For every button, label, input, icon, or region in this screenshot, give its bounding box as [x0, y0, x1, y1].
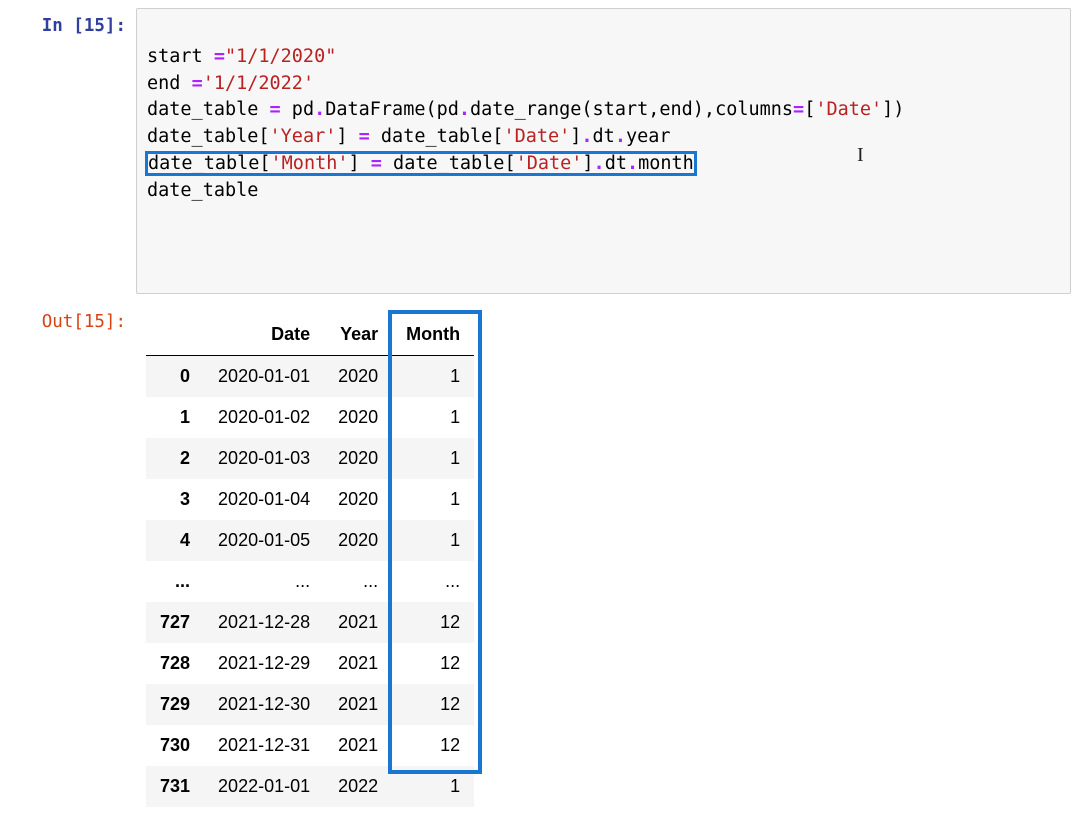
- cell-date: 2020-01-02: [204, 397, 324, 438]
- code-line-2: end ='1/1/2022': [147, 71, 1060, 98]
- col-index: [146, 314, 204, 356]
- cell-year: 2020: [324, 438, 392, 479]
- cell-date: 2020-01-01: [204, 356, 324, 398]
- dataframe-container: Date Year Month 02020-01-012020112020-01…: [146, 314, 474, 807]
- cell-month: 12: [392, 684, 474, 725]
- cell-date: ...: [204, 561, 324, 602]
- code-line-4: date_table['Year'] = date_table['Date'].…: [147, 124, 1060, 151]
- cell-month: 12: [392, 643, 474, 684]
- cell-year: 2021: [324, 725, 392, 766]
- cell-month: 1: [392, 766, 474, 807]
- cell-year: 2021: [324, 643, 392, 684]
- cell-year: 2020: [324, 397, 392, 438]
- row-index: 4: [146, 520, 204, 561]
- cell-month: 1: [392, 397, 474, 438]
- cell-month: 1: [392, 356, 474, 398]
- table-row: 02020-01-0120201: [146, 356, 474, 398]
- cell-date: 2020-01-04: [204, 479, 324, 520]
- row-index: 731: [146, 766, 204, 807]
- cell-year: ...: [324, 561, 392, 602]
- output-area: Date Year Month 02020-01-012020112020-01…: [136, 304, 1071, 816]
- row-index: 730: [146, 725, 204, 766]
- dataframe-table: Date Year Month 02020-01-012020112020-01…: [146, 314, 474, 807]
- code-line-1: start ="1/1/2020": [147, 44, 1060, 71]
- output-cell: Out[15]: Date Year Month 02020-01-012020…: [8, 304, 1071, 816]
- row-index: 2: [146, 438, 204, 479]
- row-index: ...: [146, 561, 204, 602]
- table-row: 7312022-01-0120221: [146, 766, 474, 807]
- table-row: 42020-01-0520201: [146, 520, 474, 561]
- col-date: Date: [204, 314, 324, 356]
- cell-date: 2020-01-03: [204, 438, 324, 479]
- code-line-5: date_table['Month'] = date_table['Date']…: [147, 151, 1060, 178]
- row-index: 0: [146, 356, 204, 398]
- cell-date: 2021-12-30: [204, 684, 324, 725]
- row-index: 727: [146, 602, 204, 643]
- cell-date: 2021-12-31: [204, 725, 324, 766]
- cell-month: 1: [392, 520, 474, 561]
- table-row: 7292021-12-30202112: [146, 684, 474, 725]
- input-cell: In [15]: start ="1/1/2020"end ='1/1/2022…: [8, 8, 1071, 294]
- row-index: 1: [146, 397, 204, 438]
- cell-year: 2021: [324, 684, 392, 725]
- table-row: 12020-01-0220201: [146, 397, 474, 438]
- col-year: Year: [324, 314, 392, 356]
- cell-year: 2020: [324, 479, 392, 520]
- cell-date: 2022-01-01: [204, 766, 324, 807]
- table-row: 22020-01-0320201: [146, 438, 474, 479]
- code-line-6: date_table: [147, 178, 1060, 205]
- highlighted-code: date_table['Month'] = date_table['Date']…: [147, 153, 695, 174]
- out-prompt: Out[15]:: [8, 304, 136, 335]
- cell-year: 2020: [324, 356, 392, 398]
- cell-year: 2021: [324, 602, 392, 643]
- table-row: 7272021-12-28202112: [146, 602, 474, 643]
- cell-year: 2022: [324, 766, 392, 807]
- table-row: 7282021-12-29202112: [146, 643, 474, 684]
- cell-date: 2021-12-28: [204, 602, 324, 643]
- table-row: 7302021-12-31202112: [146, 725, 474, 766]
- code-line-3: date_table = pd.DataFrame(pd.date_range(…: [147, 97, 1060, 124]
- text-cursor-icon: I: [857, 141, 864, 170]
- table-row: ............: [146, 561, 474, 602]
- cell-year: 2020: [324, 520, 392, 561]
- cell-date: 2020-01-05: [204, 520, 324, 561]
- col-month: Month: [392, 314, 474, 356]
- cell-month: 12: [392, 602, 474, 643]
- cell-month: 1: [392, 479, 474, 520]
- in-prompt: In [15]:: [8, 8, 136, 39]
- table-row: 32020-01-0420201: [146, 479, 474, 520]
- row-index: 3: [146, 479, 204, 520]
- table-header-row: Date Year Month: [146, 314, 474, 356]
- row-index: 728: [146, 643, 204, 684]
- cell-month: ...: [392, 561, 474, 602]
- row-index: 729: [146, 684, 204, 725]
- cell-month: 1: [392, 438, 474, 479]
- cell-month: 12: [392, 725, 474, 766]
- code-input-area[interactable]: start ="1/1/2020"end ='1/1/2022'date_tab…: [136, 8, 1071, 294]
- cell-date: 2021-12-29: [204, 643, 324, 684]
